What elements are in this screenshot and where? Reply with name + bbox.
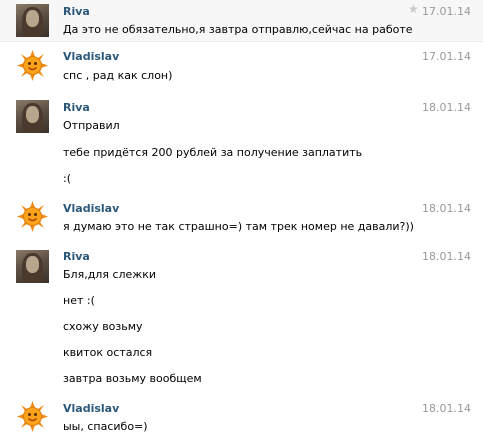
sun-avatar[interactable] <box>16 400 49 433</box>
message-text: я думаю это не так страшно=) там трек но… <box>63 220 414 233</box>
riva-avatar[interactable] <box>16 250 49 283</box>
message-block: Riva 18.01.14 Отправил тебе придётся 200… <box>0 96 483 194</box>
message-text: завтра возьму вообщем <box>63 372 202 385</box>
message-text: тебе придётся 200 рублей за получение за… <box>63 146 363 159</box>
author-name[interactable]: Vladislav <box>63 202 119 215</box>
message-date: 17.01.14 <box>422 50 471 63</box>
message-block: Vladislav 18.01.14 я думаю это не так ст… <box>0 196 483 244</box>
message-text: :( <box>63 172 71 185</box>
sun-avatar[interactable] <box>16 49 49 82</box>
message-date: 18.01.14 <box>422 101 471 114</box>
message-date: 18.01.14 <box>422 250 471 263</box>
message-block: Vladislav 18.01.14 ыы, спасибо=) <box>0 396 483 436</box>
riva-avatar[interactable] <box>16 100 49 133</box>
message-block: Vladislav 17.01.14 спс , рад как слон) <box>0 45 483 93</box>
message-text: схожу возьму <box>63 320 143 333</box>
author-name[interactable]: Vladislav <box>63 402 119 415</box>
star-icon[interactable]: ★ <box>408 2 419 16</box>
message-block: Riva 18.01.14 Бля,для слежки нет :( схож… <box>0 246 483 394</box>
author-name[interactable]: Vladislav <box>63 50 119 63</box>
message-date: 18.01.14 <box>422 402 471 415</box>
riva-avatar[interactable] <box>16 4 49 37</box>
message-text: квиток остался <box>63 346 153 359</box>
message-text: Отправил <box>63 119 120 132</box>
author-name[interactable]: Riva <box>63 5 90 18</box>
message-text: нет :( <box>63 294 95 307</box>
message-date: 18.01.14 <box>422 202 471 215</box>
message-text: Да это не обязательно,я завтра отправлю,… <box>63 23 413 36</box>
message-date: 17.01.14 <box>422 5 471 18</box>
message-text: ыы, спасибо=) <box>63 420 148 433</box>
message-block: Riva ★ 17.01.14 Да это не обязательно,я … <box>0 0 483 42</box>
message-text: Бля,для слежки <box>63 268 156 281</box>
author-name[interactable]: Riva <box>63 250 90 263</box>
message-text: спс , рад как слон) <box>63 69 173 82</box>
author-name[interactable]: Riva <box>63 101 90 114</box>
sun-avatar[interactable] <box>16 200 49 233</box>
